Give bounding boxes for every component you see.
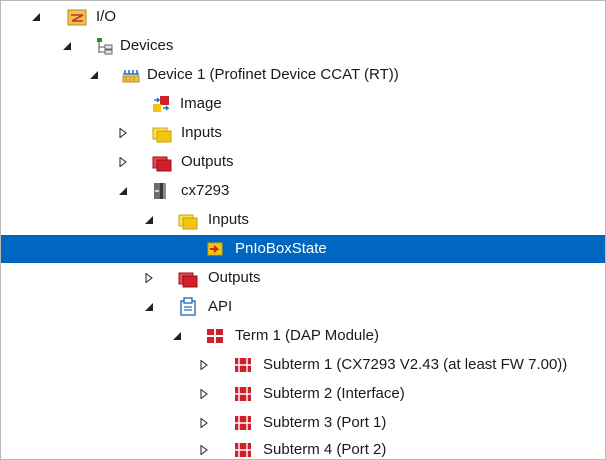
expanded-arrow-icon[interactable]	[62, 41, 72, 51]
tree-item-label: Subterm 2 (Interface)	[263, 385, 405, 402]
expanded-arrow-icon[interactable]	[144, 302, 154, 312]
tree-item-label: Inputs	[181, 124, 222, 141]
tree-item-pniboxstate[interactable]: PnIoBoxState	[1, 235, 605, 263]
inputs-icon	[178, 210, 198, 230]
tree-item-devices[interactable]: Devices	[1, 32, 605, 60]
outputs-icon	[178, 268, 198, 288]
expanded-arrow-icon[interactable]	[172, 331, 182, 341]
tree-item-label: Image	[180, 95, 222, 112]
tree-item-image[interactable]: Image	[1, 90, 605, 118]
tree-item-label: I/O	[96, 8, 117, 25]
collapsed-arrow-icon[interactable]	[118, 157, 128, 167]
tree-item-subterm-2[interactable]: Subterm 2 (Interface)	[1, 380, 605, 408]
collapsed-arrow-icon[interactable]	[199, 389, 209, 399]
submodule-icon	[233, 440, 253, 459]
collapsed-arrow-icon[interactable]	[199, 445, 209, 455]
collapsed-arrow-icon[interactable]	[199, 360, 209, 370]
tree-item-inputs[interactable]: Inputs	[1, 206, 605, 234]
tree-item-label: Devices	[120, 37, 174, 54]
tree-item-inputs[interactable]: Inputs	[1, 119, 605, 147]
expanded-arrow-icon[interactable]	[144, 215, 154, 225]
devices-icon	[94, 36, 114, 56]
tree-item-label: Subterm 1 (CX7293 V2.43 (at least FW 7.0…	[263, 356, 568, 373]
tree-item-label: Outputs	[181, 153, 234, 170]
tree-item-cx7293[interactable]: cx7293	[1, 177, 605, 205]
tree-item-label: Device 1 (Profinet Device CCAT (RT))	[147, 66, 399, 83]
submodule-icon	[233, 384, 253, 404]
module-icon	[205, 326, 225, 346]
tree-item-io[interactable]: I/O	[1, 3, 605, 31]
expanded-arrow-icon[interactable]	[118, 186, 128, 196]
image-icon	[151, 94, 171, 114]
tree-item-label: PnIoBoxState	[235, 240, 327, 257]
tree-item-subterm-1[interactable]: Subterm 1 (CX7293 V2.43 (at least FW 7.0…	[1, 351, 605, 379]
tree-item-label: Subterm 3 (Port 1)	[263, 414, 387, 431]
api-icon	[178, 297, 198, 317]
expanded-arrow-icon[interactable]	[89, 70, 99, 80]
tree-item-outputs[interactable]: Outputs	[1, 148, 605, 176]
tree-item-label: Term 1 (DAP Module)	[235, 327, 379, 344]
submodule-icon	[233, 355, 253, 375]
tree-item-device-1[interactable]: Device 1 (Profinet Device CCAT (RT))	[1, 61, 605, 89]
collapsed-arrow-icon[interactable]	[118, 128, 128, 138]
submodule-icon	[233, 413, 253, 433]
tree-item-label: Inputs	[208, 211, 249, 228]
variable-icon	[205, 239, 225, 259]
tree-item-subterm-3[interactable]: Subterm 3 (Port 1)	[1, 409, 605, 437]
inputs-icon	[152, 123, 172, 143]
outputs-icon	[152, 152, 172, 172]
tree-item-api[interactable]: API	[1, 293, 605, 321]
tree-item-label: Outputs	[208, 269, 261, 286]
io-folder-icon	[67, 7, 87, 27]
collapsed-arrow-icon[interactable]	[144, 273, 154, 283]
tree-item-label: Subterm 4 (Port 2)	[263, 441, 387, 458]
expanded-arrow-icon[interactable]	[31, 12, 41, 22]
tree-item-subterm-4[interactable]: Subterm 4 (Port 2)	[1, 436, 605, 459]
tree-item-label: API	[208, 298, 233, 315]
controller-icon	[151, 181, 171, 201]
collapsed-arrow-icon[interactable]	[199, 418, 209, 428]
solution-tree: I/O Devices Device 1 (Profinet Device CC…	[0, 0, 606, 460]
tree-item-term-1[interactable]: Term 1 (DAP Module)	[1, 322, 605, 350]
tree-item-outputs[interactable]: Outputs	[1, 264, 605, 292]
profinet-device-icon	[121, 65, 141, 85]
tree-item-label: cx7293	[181, 182, 230, 199]
